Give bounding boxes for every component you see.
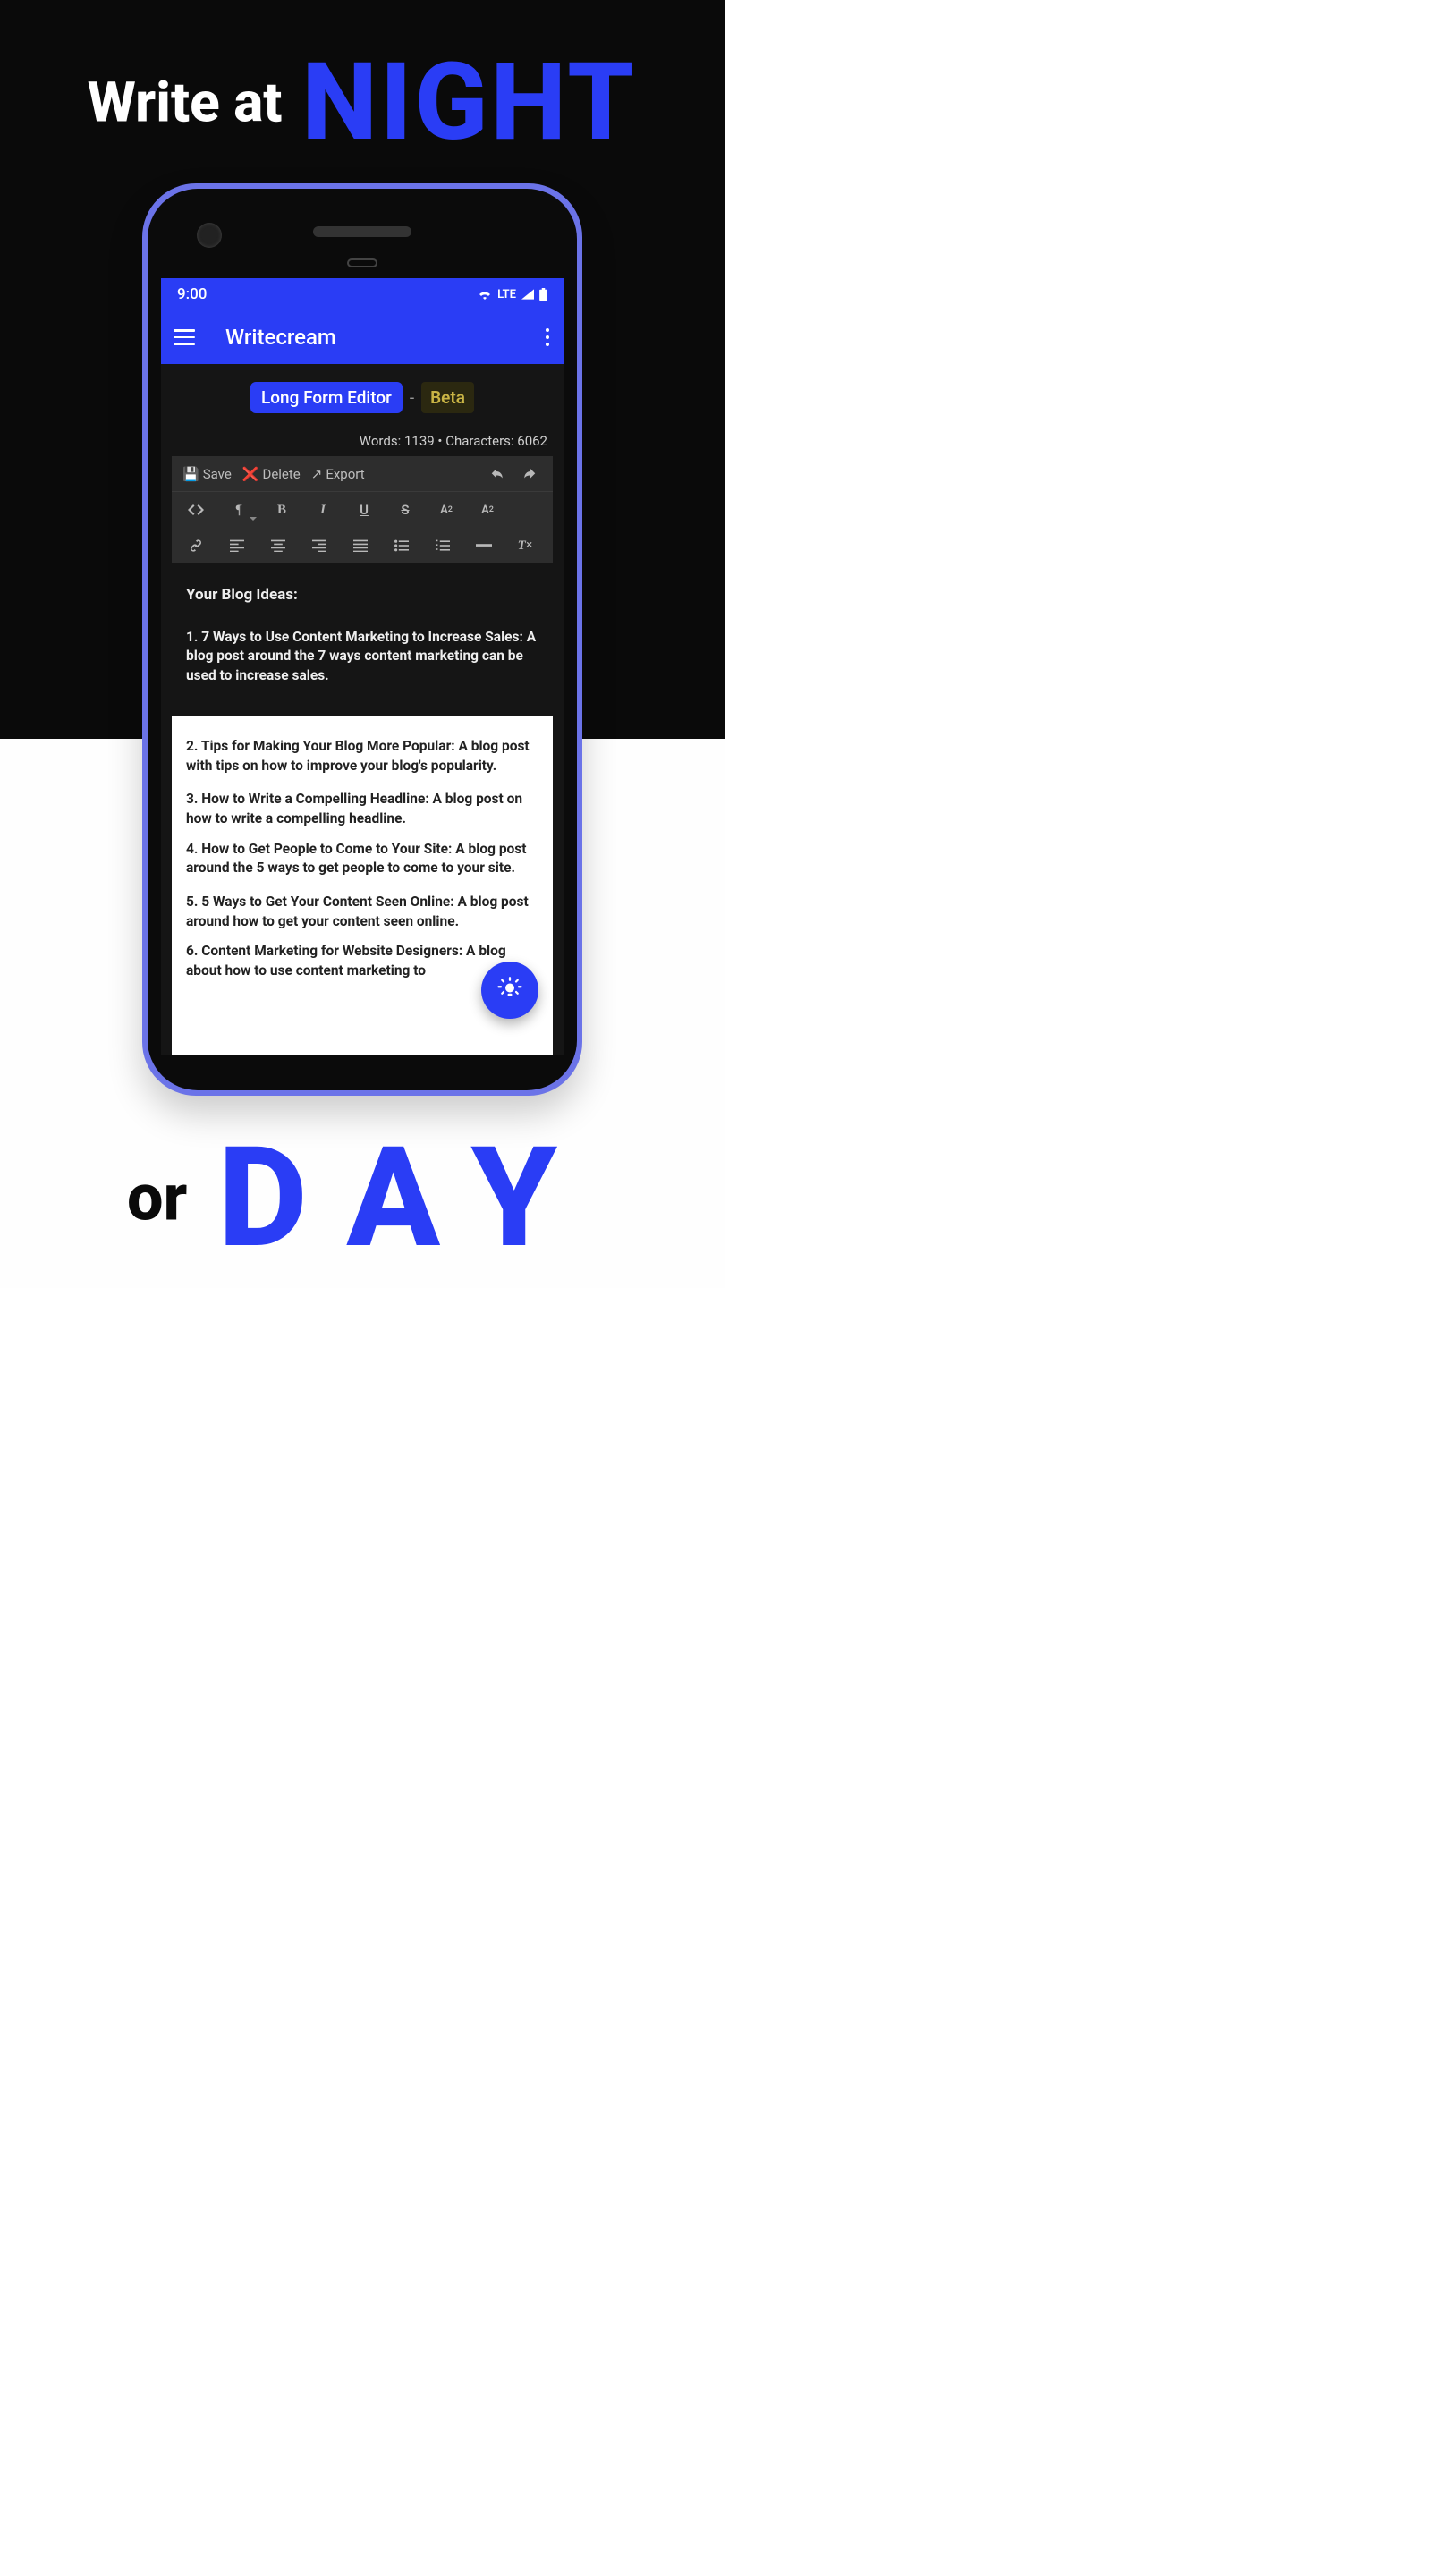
doc-stats: Words: 1139 • Characters: 6062 [161, 433, 564, 456]
theme-toggle-fab[interactable] [481, 962, 538, 1019]
app-title: Writecream [225, 325, 540, 350]
phone-bezel: 9:00 LTE Writecream [148, 189, 577, 1090]
export-icon: ↗ [311, 466, 323, 482]
phone-top-hardware [148, 189, 577, 278]
sensor-pill [347, 258, 377, 267]
save-icon: 💾 [182, 466, 199, 482]
redo-button[interactable] [513, 458, 547, 490]
editor-content: Long Form Editor - Beta Words: 1139 • Ch… [161, 364, 564, 1055]
unordered-list-button[interactable] [385, 530, 419, 562]
chars-value: 6062 [517, 433, 547, 449]
headline-bottom-white: or [127, 1160, 187, 1236]
headline-top-white: Write at [88, 71, 283, 136]
horizontal-rule-button[interactable] [467, 530, 501, 562]
superscript-button[interactable]: A2 [429, 494, 463, 526]
headline-top-blue: NIGHT [301, 40, 637, 165]
align-justify-button[interactable] [343, 530, 377, 562]
status-bar: 9:00 LTE [161, 278, 564, 310]
ordered-list-button[interactable] [426, 530, 460, 562]
clear-formatting-button[interactable]: T✕ [508, 530, 542, 562]
battery-icon [539, 288, 547, 301]
phone-frame: 9:00 LTE Writecream [142, 183, 582, 1096]
italic-button[interactable]: I [306, 494, 340, 526]
paragraph-format-dropdown[interactable]: ¶ [220, 494, 258, 526]
idea-item: 4. How to Get People to Come to Your Sit… [186, 840, 538, 878]
save-label: Save [203, 466, 232, 482]
wifi-icon [478, 289, 492, 300]
save-button[interactable]: 💾 Save [177, 462, 237, 486]
idea-item: 1. 7 Ways to Use Content Marketing to In… [186, 628, 538, 686]
toolbar-row-layout: T✕ [172, 528, 553, 564]
camera-dot [197, 223, 222, 248]
network-label: LTE [497, 288, 516, 301]
app-bar: Writecream [161, 310, 564, 364]
lightbulb-icon [496, 977, 523, 1004]
export-button[interactable]: ↗ Export [306, 462, 370, 486]
export-label: Export [326, 466, 364, 482]
signal-icon [521, 289, 534, 300]
speaker-grill [313, 226, 411, 237]
idea-item: 2. Tips for Making Your Blog More Popula… [186, 737, 538, 775]
toolbar-row-format: ¶ B I U S A2 A2 [172, 492, 553, 528]
status-time: 9:00 [177, 285, 207, 303]
editor-toolbar: 💾 Save ❌ Delete ↗ Export [172, 456, 553, 564]
idea-item: 3. How to Write a Compelling Headline: A… [186, 790, 538, 828]
delete-icon: ❌ [242, 466, 259, 482]
align-right-button[interactable] [302, 530, 336, 562]
words-value: 1139 [404, 433, 435, 449]
idea-item: 5. 5 Ways to Get Your Content Seen Onlin… [186, 893, 538, 931]
editor-body-dark[interactable]: Your Blog Ideas: 1. 7 Ways to Use Conten… [172, 564, 553, 716]
delete-button[interactable]: ❌ Delete [237, 462, 306, 486]
code-view-button[interactable] [179, 494, 213, 526]
words-label: Words: [360, 433, 401, 449]
align-left-button[interactable] [220, 530, 254, 562]
strikethrough-button[interactable]: S [388, 494, 422, 526]
delete-label: Delete [262, 466, 300, 482]
chars-label: Characters: [445, 433, 513, 449]
phone-screen: 9:00 LTE Writecream [161, 278, 564, 1055]
align-center-button[interactable] [261, 530, 295, 562]
undo-button[interactable] [479, 458, 513, 490]
marketing-headline-top: Write at NIGHT [0, 40, 724, 165]
toolbar-row-actions: 💾 Save ❌ Delete ↗ Export [172, 456, 553, 492]
chip-row: Long Form Editor - Beta [161, 382, 564, 413]
underline-button[interactable]: U [347, 494, 381, 526]
menu-icon[interactable] [174, 329, 195, 345]
chip-separator: - [410, 387, 414, 408]
chip-long-form-editor[interactable]: Long Form Editor [250, 382, 402, 413]
headline-bottom-blue: DAY [217, 1116, 597, 1279]
ideas-title: Your Blog Ideas: [186, 585, 538, 606]
marketing-headline-bottom: or DAY [0, 1116, 724, 1279]
overflow-menu-icon[interactable] [540, 323, 551, 352]
meta-sep: • [437, 433, 442, 449]
link-button[interactable] [179, 530, 213, 562]
bold-button[interactable]: B [265, 494, 299, 526]
subscript-button[interactable]: A2 [470, 494, 504, 526]
status-right: LTE [478, 288, 547, 301]
chip-beta: Beta [421, 382, 474, 413]
